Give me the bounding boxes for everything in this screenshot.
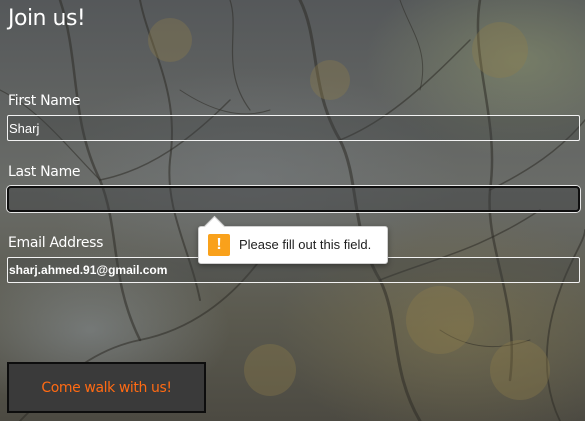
submit-button[interactable]: Come walk with us! xyxy=(7,362,206,413)
last-name-label: Last Name xyxy=(8,164,81,180)
validation-tooltip: ! Please fill out this field. xyxy=(198,215,388,264)
last-name-input[interactable] xyxy=(7,186,580,212)
first-name-label: First Name xyxy=(8,93,81,109)
email-address-label: Email Address xyxy=(8,235,104,251)
form-heading: Join us! xyxy=(8,6,86,31)
first-name-input[interactable] xyxy=(7,115,580,141)
validation-message: Please fill out this field. xyxy=(239,237,372,252)
warning-icon: ! xyxy=(208,234,230,256)
